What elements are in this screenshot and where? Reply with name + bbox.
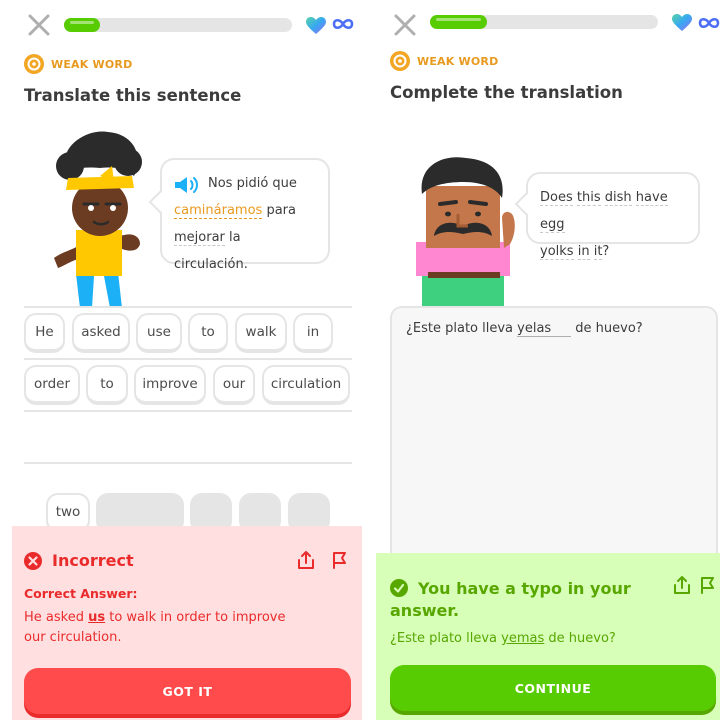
prompt-sentence: ¿Este plato lleva yelas de huevo? bbox=[406, 321, 643, 337]
bubble-word[interactable]: la bbox=[229, 230, 241, 245]
bubble-word-new[interactable]: camináramos bbox=[174, 203, 263, 219]
answer-highlight: us bbox=[88, 610, 106, 625]
target-icon bbox=[24, 54, 44, 74]
progress-fill bbox=[430, 15, 487, 29]
answer-line bbox=[24, 410, 352, 412]
infinity-icon bbox=[698, 17, 720, 29]
flag-icon[interactable] bbox=[698, 575, 718, 595]
left-lesson-screen: WEAK WORD Translate this sentence Nos pi… bbox=[0, 0, 362, 720]
word-chip[interactable]: order bbox=[24, 365, 80, 405]
word-chip[interactable]: He bbox=[24, 313, 65, 353]
correction-part: de huevo? bbox=[544, 631, 616, 646]
word-chip[interactable]: circulation bbox=[262, 365, 350, 405]
got-it-button[interactable]: GOT IT bbox=[24, 668, 351, 714]
bubble-word[interactable]: que bbox=[272, 176, 297, 191]
word-chip[interactable]: asked bbox=[72, 313, 130, 353]
bubble-word: ? bbox=[602, 244, 610, 259]
bubble-word[interactable]: circulación. bbox=[174, 257, 248, 272]
bubble-word[interactable]: pidió bbox=[237, 176, 269, 191]
speech-bubble: Nos pidió que camináramos para mejorar l… bbox=[148, 158, 330, 272]
continue-button[interactable]: CONTINUE bbox=[390, 665, 716, 711]
character-illustration bbox=[416, 157, 515, 306]
prompt-part: de huevo? bbox=[571, 321, 643, 336]
correction-highlight: yemas bbox=[501, 631, 545, 646]
bubble-word[interactable]: have bbox=[635, 190, 668, 206]
target-icon bbox=[390, 51, 410, 71]
heart-icon[interactable] bbox=[672, 14, 692, 32]
typo-feedback-panel: You have a typo in your answer. ¿Este pl… bbox=[376, 553, 720, 720]
progress-bar bbox=[430, 15, 658, 29]
word-chip[interactable]: improve bbox=[134, 365, 206, 405]
bubble-word[interactable]: egg bbox=[540, 217, 565, 233]
word-chip[interactable]: to bbox=[188, 313, 228, 353]
bubble-word[interactable]: this bbox=[576, 190, 601, 206]
bubble-word[interactable]: mejorar bbox=[174, 230, 225, 246]
incorrect-feedback-panel: Incorrect Correct Answer: He asked us to… bbox=[12, 526, 362, 720]
answer-line bbox=[24, 306, 352, 308]
word-chip[interactable]: in bbox=[293, 313, 333, 353]
share-icon[interactable] bbox=[672, 575, 692, 595]
word-chip[interactable]: use bbox=[136, 313, 182, 353]
check-icon bbox=[390, 579, 408, 597]
speech-bubble: Does this dish have egg yolks in it? bbox=[514, 172, 700, 260]
page-title: Complete the translation bbox=[390, 83, 623, 102]
bubble-word[interactable]: in bbox=[577, 244, 590, 260]
divider bbox=[24, 462, 352, 464]
bubble-word[interactable]: para bbox=[266, 203, 296, 218]
bubble-word[interactable]: Does bbox=[540, 190, 573, 206]
answer-part: to walk in order to improve bbox=[105, 610, 286, 625]
corrected-sentence: ¿Este plato lleva yemas de huevo? bbox=[390, 629, 616, 649]
heart-icon[interactable] bbox=[306, 17, 326, 35]
bubble-word[interactable]: yolks bbox=[540, 244, 574, 260]
character-illustration bbox=[54, 131, 142, 308]
share-icon[interactable] bbox=[296, 550, 316, 570]
translation-input-card[interactable]: ¿Este plato lleva yelas de huevo? bbox=[390, 306, 718, 570]
correct-answer-label: Correct Answer: bbox=[24, 586, 138, 601]
answer-line bbox=[24, 358, 352, 360]
word-chip[interactable]: walk bbox=[235, 313, 287, 353]
flag-icon[interactable] bbox=[330, 550, 350, 570]
bubble-word[interactable]: dish bbox=[604, 190, 632, 206]
feedback-title-line1: You have a typo in your bbox=[418, 579, 631, 598]
weak-word-label: WEAK WORD bbox=[51, 57, 133, 71]
progress-bar bbox=[64, 18, 292, 32]
blank-input[interactable]: yelas bbox=[517, 321, 572, 337]
word-chip[interactable]: to bbox=[86, 365, 128, 405]
prompt-part: ¿Este plato lleva bbox=[406, 321, 518, 336]
weak-word-badge: WEAK WORD bbox=[390, 51, 498, 71]
feedback-title: Incorrect bbox=[52, 551, 134, 570]
answer-part: He asked bbox=[24, 610, 89, 625]
correction-part: ¿Este plato lleva bbox=[390, 631, 502, 646]
page-title: Translate this sentence bbox=[24, 86, 242, 105]
bubble-word[interactable]: Nos bbox=[208, 176, 232, 191]
close-icon[interactable] bbox=[392, 12, 418, 38]
feedback-title-line2: answer. bbox=[390, 601, 460, 620]
error-icon bbox=[24, 552, 42, 570]
word-chip[interactable]: our bbox=[213, 365, 255, 405]
right-lesson-screen: WEAK WORD Complete the translation Does … bbox=[366, 0, 720, 720]
answer-part: our circulation. bbox=[24, 630, 122, 645]
weak-word-label: WEAK WORD bbox=[417, 54, 499, 68]
infinity-icon bbox=[332, 18, 354, 30]
speaker-icon[interactable] bbox=[174, 176, 200, 194]
weak-word-badge: WEAK WORD bbox=[24, 54, 132, 74]
correct-answer-text: He asked us to walk in order to improve … bbox=[24, 608, 344, 648]
close-icon[interactable] bbox=[26, 12, 52, 38]
progress-fill bbox=[64, 18, 101, 32]
